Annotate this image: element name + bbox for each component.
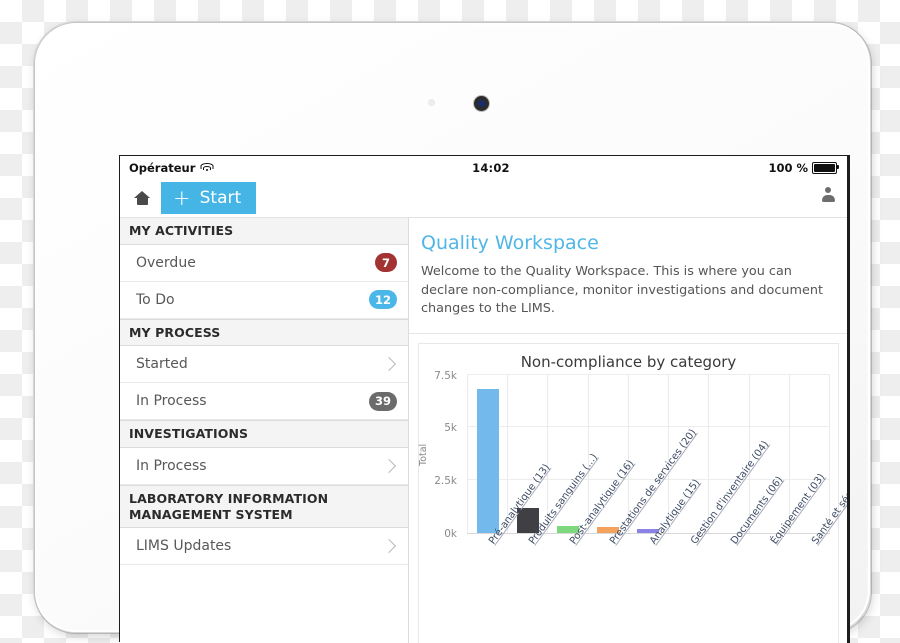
sidebar-item-label: To Do bbox=[136, 291, 175, 308]
page-title: Quality Workspace bbox=[421, 232, 599, 254]
sidebar-section-header: LABORATORY INFORMATION MANAGEMENT SYSTEM bbox=[120, 484, 408, 529]
plus-icon: + bbox=[173, 185, 191, 210]
home-button[interactable] bbox=[129, 191, 155, 205]
person-icon[interactable] bbox=[820, 187, 836, 203]
status-badge: 39 bbox=[368, 391, 397, 411]
chart-x-label-slot: Gestion d'inventaire (04) bbox=[669, 439, 771, 643]
chart-y-axis-label: Total bbox=[418, 443, 429, 466]
sidebar-item-started[interactable]: Started bbox=[120, 346, 408, 384]
main-split: MY ACTIVITIES Overdue 7 To Do 12 MY PROCESS St… bbox=[120, 217, 847, 643]
status-bar-right: 100 % bbox=[768, 160, 840, 175]
chart-title: Non-compliance by category bbox=[520, 352, 737, 371]
sidebar-section-header: MY ACTIVITIES bbox=[120, 218, 408, 245]
welcome-text: Welcome to the Quality Workspace. This i… bbox=[421, 264, 823, 317]
chart-y-tick-label: 0k bbox=[444, 527, 457, 540]
chart-plot-area: Total 0k 2.5k 5k 7.5k Pré-analytique (13) Pr… bbox=[418, 370, 847, 643]
sidebar-item-in-process[interactable]: In Process bbox=[120, 447, 408, 485]
sidebar-item-to-do[interactable]: To Do 12 bbox=[120, 281, 408, 319]
sidebar-item-overdue[interactable]: Overdue 7 bbox=[120, 244, 408, 282]
sidebar-item-lims-updates[interactable]: LIMS Updates bbox=[120, 528, 408, 566]
status-bar-time: 14:02 bbox=[472, 160, 510, 175]
chart-bar[interactable] bbox=[476, 389, 499, 533]
sidebar-item-label: LIMS Updates bbox=[136, 538, 232, 555]
content-pane: Quality Workspace Welcome to the Quality… bbox=[409, 218, 847, 643]
chart-x-label-slot: Produits sanguins (...) bbox=[507, 452, 600, 643]
wifi-icon bbox=[200, 162, 214, 173]
sidebar-section-header: INVESTIGATIONS bbox=[120, 420, 408, 448]
chart-x-label-slot: Analytique (15) bbox=[628, 477, 702, 643]
chart-y-tick-label: 2.5k bbox=[434, 474, 457, 487]
sidebar-item-in-process[interactable]: In Process 39 bbox=[120, 383, 408, 421]
front-camera-icon bbox=[474, 96, 489, 111]
chart-x-axis-labels: Pré-analytique (13) Produits sanguins (..… bbox=[467, 427, 847, 643]
sidebar-item-label: In Process bbox=[136, 457, 207, 474]
status-badge: 7 bbox=[375, 253, 397, 273]
sidebar-section-header: MY PROCESS bbox=[120, 318, 408, 347]
carrier-label: Opérateur bbox=[129, 160, 196, 175]
ambient-light-sensor-icon bbox=[428, 99, 435, 106]
chart-card: Non-compliance by category Total 0k 2.5k 5… bbox=[418, 342, 847, 643]
chart-x-label-slot: Pré-analytique (13) bbox=[467, 462, 552, 643]
chart-y-tick-label: 7.5k bbox=[434, 369, 457, 382]
tablet-screen: Opérateur 14:02 100 % + Start MY ACTIVIT… bbox=[120, 156, 850, 643]
status-badge: 12 bbox=[368, 290, 397, 310]
chevron-right-icon bbox=[381, 357, 397, 372]
sidebar: MY ACTIVITIES Overdue 7 To Do 12 MY PROCESS St… bbox=[120, 218, 409, 643]
chart-x-label-slot: Documents (06) bbox=[709, 474, 785, 643]
chevron-right-icon bbox=[381, 539, 397, 554]
chart-x-label-slot: Santé et sécurité (12) bbox=[790, 451, 847, 643]
app-toolbar: + Start bbox=[120, 179, 847, 217]
battery-full-icon bbox=[812, 161, 840, 174]
chart-y-tick-label: 5k bbox=[444, 422, 457, 435]
sidebar-item-label: In Process bbox=[136, 393, 207, 410]
welcome-panel: Quality Workspace Welcome to the Quality… bbox=[409, 218, 847, 334]
sidebar-item-label: Overdue bbox=[136, 254, 196, 271]
status-bar: Opérateur 14:02 100 % bbox=[120, 156, 847, 179]
home-icon bbox=[134, 191, 150, 205]
sidebar-item-label: Started bbox=[136, 356, 188, 373]
tablet-frame: Opérateur 14:02 100 % + Start MY ACTIVIT… bbox=[34, 22, 872, 643]
chart-x-label-slot: Équipement (03) bbox=[749, 472, 827, 643]
chevron-right-icon bbox=[381, 458, 397, 473]
status-bar-left: Opérateur bbox=[129, 160, 214, 175]
chart-x-label-slot: Post-analytique (16) bbox=[548, 458, 636, 643]
chart-x-label-slot: Prestations de services (20) bbox=[588, 427, 699, 643]
start-button[interactable]: + Start bbox=[161, 182, 257, 214]
start-button-label: Start bbox=[199, 188, 242, 208]
chart-bar-slot bbox=[467, 374, 507, 533]
battery-percent-label: 100 % bbox=[768, 160, 808, 175]
